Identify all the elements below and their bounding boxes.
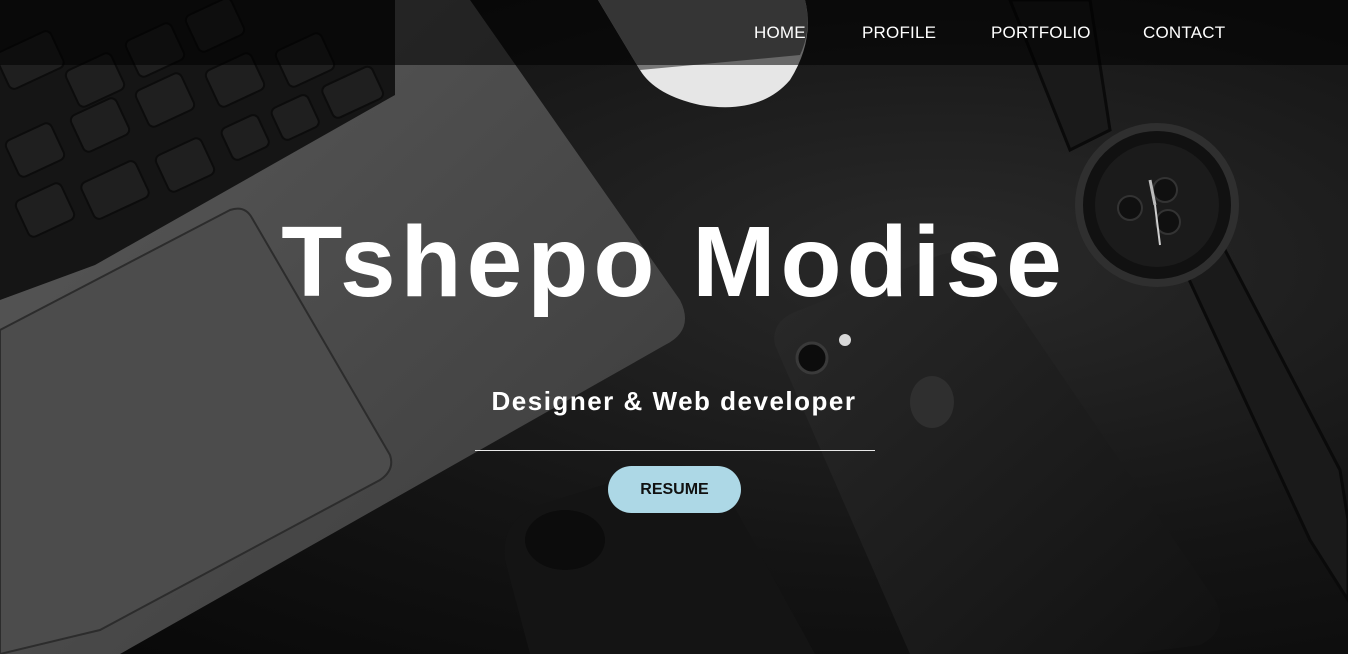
top-navbar: HOME PROFILE PORTFOLIO CONTACT <box>0 0 1348 65</box>
nav-link-portfolio[interactable]: PORTFOLIO <box>991 23 1091 43</box>
hero-section: HOME PROFILE PORTFOLIO CONTACT Tshepo Mo… <box>0 0 1348 654</box>
nav-link-home[interactable]: HOME <box>754 23 806 43</box>
hero-name-heading: Tshepo Modise <box>281 206 1067 318</box>
hero-subtitle: Designer & Web developer <box>491 386 857 416</box>
hero-divider <box>475 450 875 451</box>
resume-button[interactable]: RESUME <box>608 466 741 513</box>
nav-link-profile[interactable]: PROFILE <box>862 23 936 43</box>
hero-background-image <box>0 0 1348 654</box>
nav-link-contact[interactable]: CONTACT <box>1143 23 1225 43</box>
